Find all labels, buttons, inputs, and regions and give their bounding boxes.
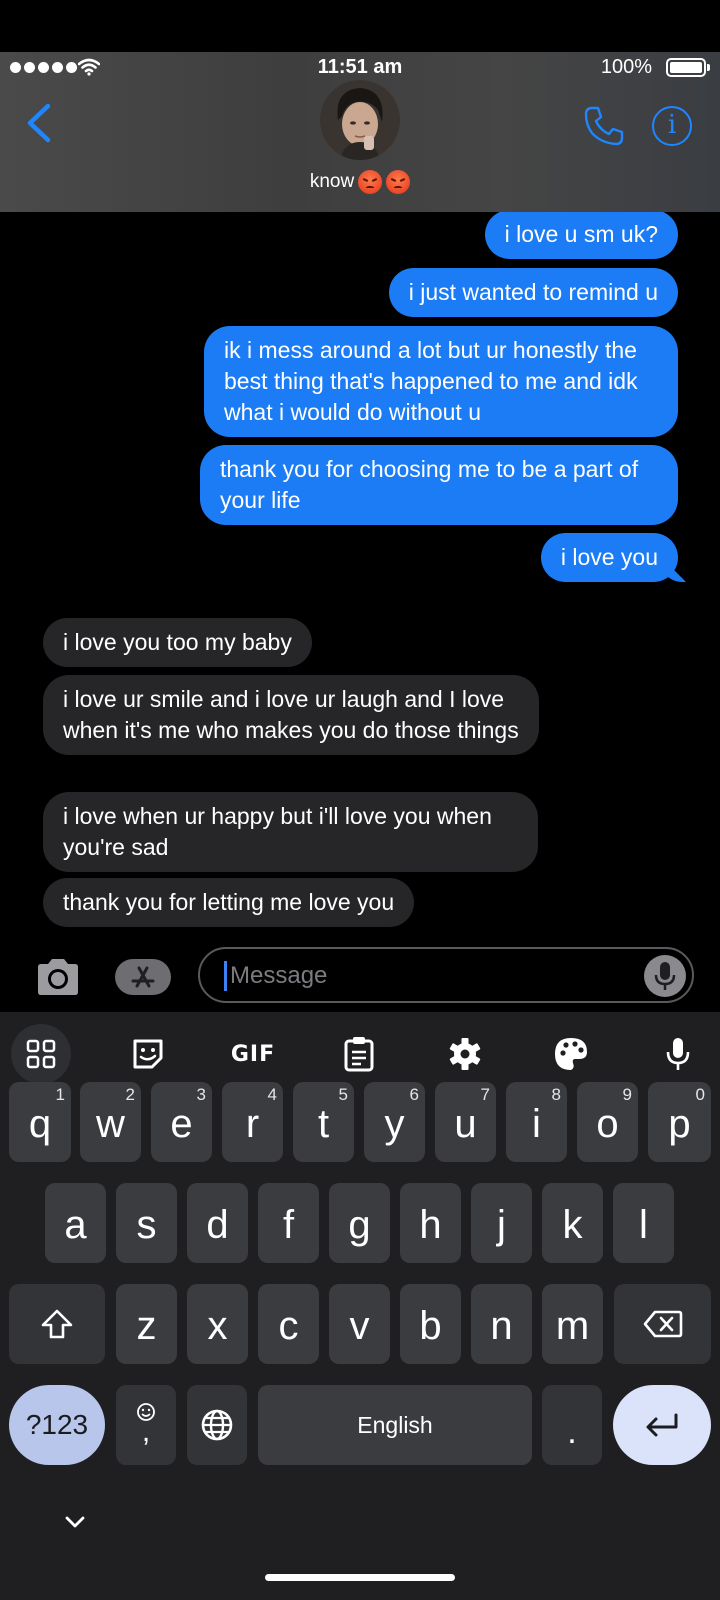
received-message-bubble[interactable]: i love ur smile and i love ur laugh and … <box>43 675 539 755</box>
key-l[interactable]: l <box>613 1183 674 1263</box>
backspace-key[interactable] <box>614 1284 711 1364</box>
contact-name[interactable]: know <box>0 170 720 194</box>
key-e[interactable]: 3e <box>151 1082 212 1162</box>
voice-input-icon[interactable] <box>648 1024 708 1084</box>
gif-button[interactable]: GIF <box>223 1024 283 1084</box>
contact-avatar[interactable] <box>320 80 400 160</box>
message-thread: i love u sm uk? i just wanted to remind … <box>0 212 720 937</box>
emoji-comma-key[interactable]: , <box>116 1385 176 1465</box>
contact-name-text: know <box>309 171 355 192</box>
space-key[interactable]: English <box>258 1385 532 1465</box>
key-p[interactable]: 0p <box>648 1082 711 1162</box>
key-b[interactable]: b <box>400 1284 461 1364</box>
key-m[interactable]: m <box>542 1284 603 1364</box>
clipboard-icon[interactable] <box>329 1024 389 1084</box>
backspace-icon <box>643 1310 682 1338</box>
enter-key[interactable] <box>613 1385 711 1465</box>
battery-percent: 100% <box>600 56 652 78</box>
key-j[interactable]: j <box>471 1183 532 1263</box>
info-icon[interactable]: i <box>652 106 692 146</box>
key-w[interactable]: 2w <box>80 1082 141 1162</box>
collapse-keyboard-icon[interactable] <box>64 1515 86 1529</box>
shift-icon <box>41 1309 73 1339</box>
sticker-icon[interactable] <box>118 1024 178 1084</box>
globe-icon <box>201 1409 233 1441</box>
key-k[interactable]: k <box>542 1183 603 1263</box>
key-g[interactable]: g <box>329 1183 390 1263</box>
sent-message-bubble[interactable]: i just wanted to remind u <box>388 268 678 317</box>
key-v[interactable]: v <box>329 1284 390 1364</box>
sent-message-bubble[interactable]: ik i mess around a lot but ur honestly t… <box>204 326 678 437</box>
app-store-icon[interactable] <box>115 959 171 995</box>
keyboard: GIF 1 q 2 w 3 e 4 r 5 t 6 y 7 u 8 i 9 o … <box>0 1012 720 1600</box>
key-f[interactable]: f <box>258 1183 319 1263</box>
received-message-bubble[interactable]: i love you too my baby <box>43 618 312 667</box>
key-h[interactable]: h <box>400 1183 461 1263</box>
compose-bar: Message <box>0 937 720 1012</box>
received-message-bubble[interactable]: i love when ur happy but i'll love you w… <box>43 792 538 872</box>
status-bar: 11:51 am 100% <box>0 52 720 82</box>
microphone-icon[interactable] <box>644 955 686 997</box>
camera-icon[interactable] <box>34 957 82 997</box>
period-key[interactable]: . <box>542 1385 602 1465</box>
sent-message-bubble[interactable]: i love you <box>540 533 678 582</box>
battery-icon <box>666 58 710 77</box>
back-chevron-icon[interactable] <box>22 102 62 144</box>
message-placeholder: Message <box>230 962 328 989</box>
key-t[interactable]: 5t <box>293 1082 354 1162</box>
key-i[interactable]: 8i <box>506 1082 567 1162</box>
angry-face-emoji <box>358 170 383 194</box>
angry-face-emoji <box>386 170 411 194</box>
shift-key[interactable] <box>9 1284 105 1364</box>
message-input[interactable]: Message <box>198 947 694 1003</box>
key-d[interactable]: d <box>187 1183 248 1263</box>
language-key[interactable] <box>187 1385 247 1465</box>
sent-message-bubble[interactable]: i love u sm uk? <box>484 212 678 259</box>
key-r[interactable]: 4r <box>222 1082 283 1162</box>
key-q[interactable]: 1q <box>9 1082 71 1162</box>
received-message-bubble[interactable]: thank you for letting me love you <box>43 878 415 927</box>
sent-message-bubble[interactable]: thank you for choosing me to be a part o… <box>200 445 678 525</box>
key-o[interactable]: 9o <box>577 1082 638 1162</box>
symbols-key[interactable]: ?123 <box>9 1385 105 1465</box>
enter-icon <box>646 1413 678 1437</box>
key-a[interactable]: a <box>45 1183 106 1263</box>
home-indicator[interactable] <box>265 1574 455 1581</box>
apps-grid-icon[interactable] <box>11 1024 71 1084</box>
phone-icon[interactable] <box>583 105 625 147</box>
key-x[interactable]: x <box>187 1284 248 1364</box>
key-n[interactable]: n <box>471 1284 532 1364</box>
palette-icon[interactable] <box>541 1024 601 1084</box>
gear-icon[interactable] <box>435 1024 495 1084</box>
key-z[interactable]: z <box>116 1284 177 1364</box>
key-u[interactable]: 7u <box>435 1082 496 1162</box>
key-s[interactable]: s <box>116 1183 177 1263</box>
text-caret <box>224 961 227 991</box>
key-c[interactable]: c <box>258 1284 319 1364</box>
key-y[interactable]: 6y <box>364 1082 425 1162</box>
keyboard-toolbar: GIF <box>0 1012 720 1088</box>
